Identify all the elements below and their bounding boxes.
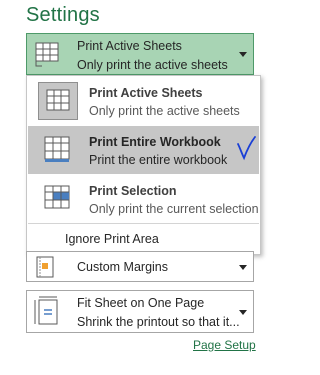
chevron-down-icon [239, 265, 247, 270]
menu-item-label: Print Active Sheets [89, 86, 203, 100]
print-what-menu: Print Active Sheets Only print the activ… [26, 75, 261, 255]
active-sheets-icon [33, 39, 63, 74]
menu-item-label: Print Entire Workbook [89, 135, 221, 149]
print-what-selected-label: Print Active Sheets [77, 39, 182, 53]
menu-item-desc: Only print the current selection [89, 202, 259, 216]
checkmark-annotation-icon [237, 136, 256, 161]
chevron-down-icon [239, 52, 247, 57]
settings-heading: Settings [26, 4, 100, 26]
custom-margins-icon [33, 255, 57, 284]
margins-dropdown[interactable]: Custom Margins [26, 251, 254, 282]
print-what-selected-desc: Only print the active sheets [77, 58, 228, 72]
menu-item-print-selection[interactable]: Print Selection Only print the current s… [28, 175, 259, 223]
page-setup-link[interactable]: Page Setup [193, 338, 256, 352]
scaling-label: Fit Sheet on One Page [77, 296, 205, 310]
scaling-dropdown[interactable]: Fit Sheet on One Page Shrink the printou… [26, 290, 254, 333]
menu-item-desc: Only print the active sheets [89, 104, 240, 118]
active-sheets-icon [38, 82, 78, 120]
menu-divider [28, 223, 259, 224]
chevron-down-icon [239, 310, 247, 315]
ignore-print-area-option[interactable]: Ignore Print Area [65, 232, 159, 246]
menu-item-print-active-sheets[interactable]: Print Active Sheets Only print the activ… [28, 77, 259, 125]
menu-item-desc: Print the entire workbook [89, 153, 228, 167]
print-what-dropdown[interactable]: Print Active Sheets Only print the activ… [26, 33, 254, 75]
selection-icon [38, 181, 76, 222]
entire-workbook-icon [38, 132, 76, 173]
menu-item-label: Print Selection [89, 184, 177, 198]
fit-sheet-icon [33, 296, 63, 333]
menu-item-print-entire-workbook[interactable]: Print Entire Workbook Print the entire w… [28, 126, 259, 174]
scaling-desc: Shrink the printout so that it... [77, 315, 240, 329]
margins-label: Custom Margins [77, 260, 168, 274]
